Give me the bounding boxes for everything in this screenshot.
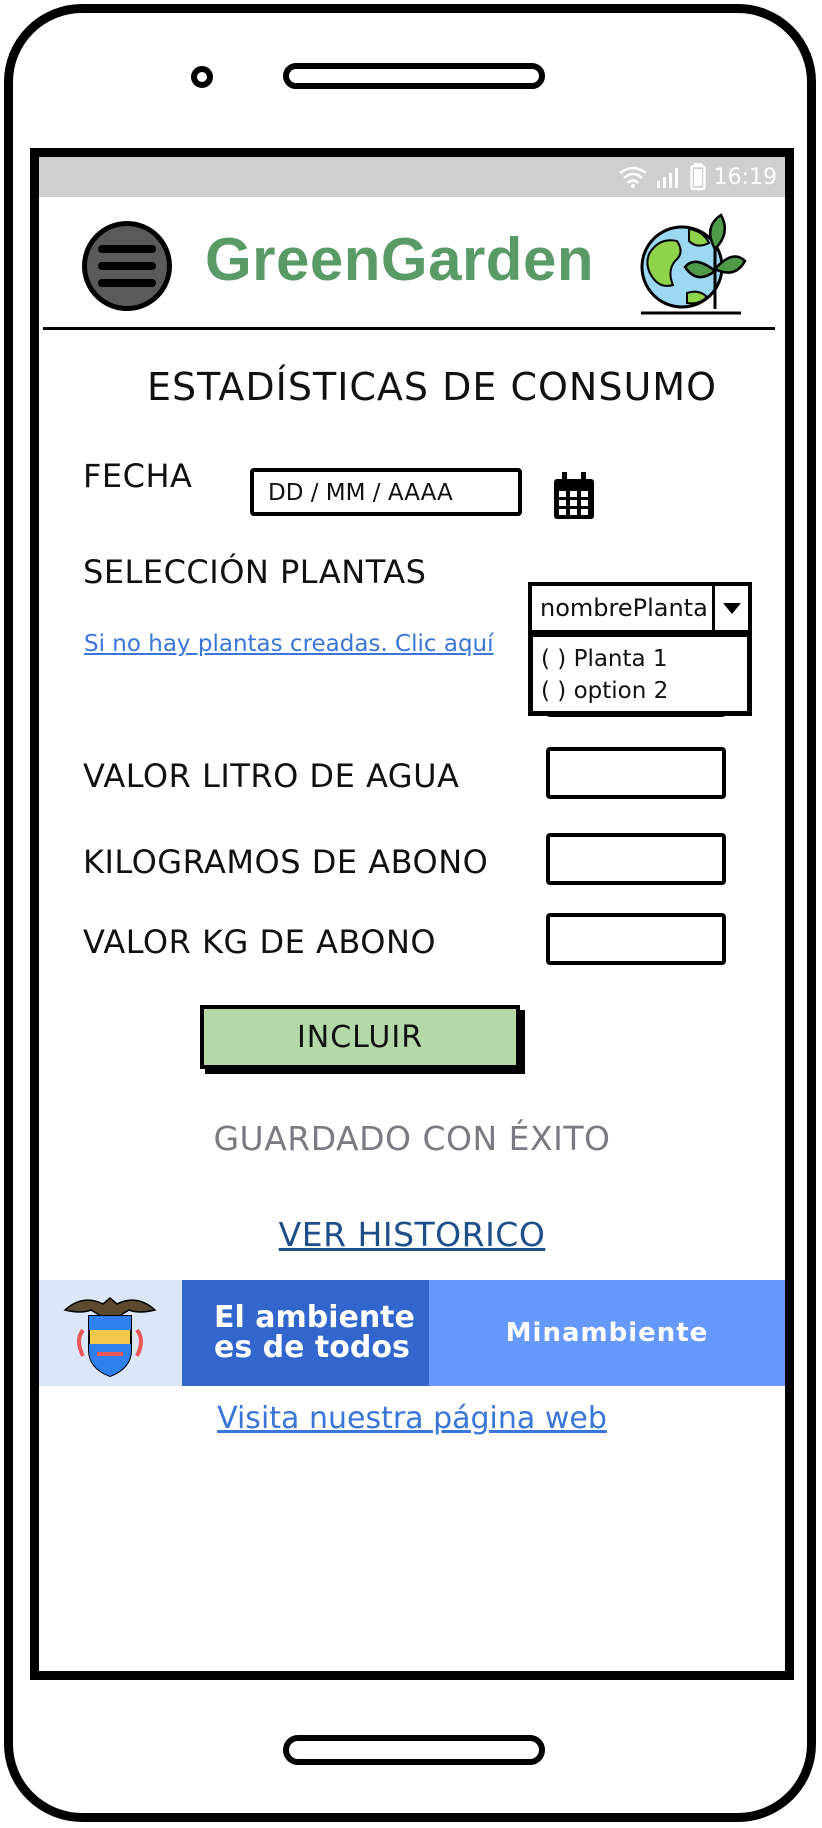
banner-line-1: El ambiente: [214, 1300, 415, 1335]
date-input[interactable]: DD / MM / AAAA: [250, 468, 522, 516]
calendar-icon[interactable]: [552, 471, 596, 521]
banner-slogan: El ambiente es de todos: [182, 1280, 429, 1386]
wifi-icon: [618, 166, 647, 188]
signal-icon: [656, 168, 678, 188]
status-time: 16:19: [713, 164, 777, 190]
date-label: FECHA: [83, 457, 193, 495]
fertilizer-price-label: VALOR KG DE ABONO: [83, 923, 437, 961]
hamburger-bar: [98, 262, 156, 270]
hamburger-menu-icon: [98, 245, 156, 253]
camera-icon: [191, 66, 213, 88]
menu-button[interactable]: [82, 221, 172, 311]
plants-label: SELECCIÓN PLANTAS: [83, 553, 427, 591]
home-button[interactable]: [283, 1735, 545, 1765]
history-link[interactable]: VER HISTORICO: [39, 1215, 785, 1254]
include-button[interactable]: INCLUIR: [200, 1005, 520, 1069]
success-message: GUARDADO CON ÉXITO: [213, 1119, 611, 1158]
fertilizer-price-input[interactable]: [546, 913, 726, 965]
banner-brand: Minambiente: [429, 1280, 785, 1386]
globe-plant-logo: [640, 213, 747, 315]
banner-line-2: es de todos: [214, 1330, 410, 1365]
government-banner[interactable]: El ambiente es de todos Minambiente: [39, 1280, 785, 1386]
visit-website-link[interactable]: Visita nuestra página web: [39, 1401, 785, 1436]
plant-select-value: nombrePlanta: [540, 594, 708, 622]
plant-dropdown-list: ( ) Planta 1 ( ) option 2: [528, 634, 752, 716]
water-price-label: VALOR LITRO DE AGUA: [83, 757, 460, 795]
plant-option[interactable]: ( ) option 2: [541, 675, 739, 707]
status-bar: 16:19: [39, 157, 785, 197]
coat-of-arms-icon: [39, 1280, 182, 1386]
water-price-input[interactable]: [546, 747, 726, 799]
page-title: ESTADÍSTICAS DE CONSUMO: [147, 365, 717, 409]
chevron-down-icon[interactable]: [712, 586, 748, 630]
screen: 16:19 GreenGarden ESTADÍSTICAS DE CONSUM…: [30, 148, 794, 1680]
speaker-grille: [283, 63, 545, 89]
hamburger-bar: [98, 279, 156, 287]
plant-option[interactable]: ( ) Planta 1: [541, 643, 739, 675]
header-divider: [43, 327, 775, 330]
create-plants-link[interactable]: Si no hay plantas creadas. Clic aquí: [84, 631, 494, 657]
plant-select[interactable]: nombrePlanta: [528, 582, 752, 634]
fertilizer-kg-input[interactable]: [546, 833, 726, 885]
battery-icon: [689, 163, 706, 191]
app-title: GreenGarden: [205, 226, 594, 293]
fertilizer-kg-label: KILOGRAMOS DE ABONO: [83, 843, 489, 881]
